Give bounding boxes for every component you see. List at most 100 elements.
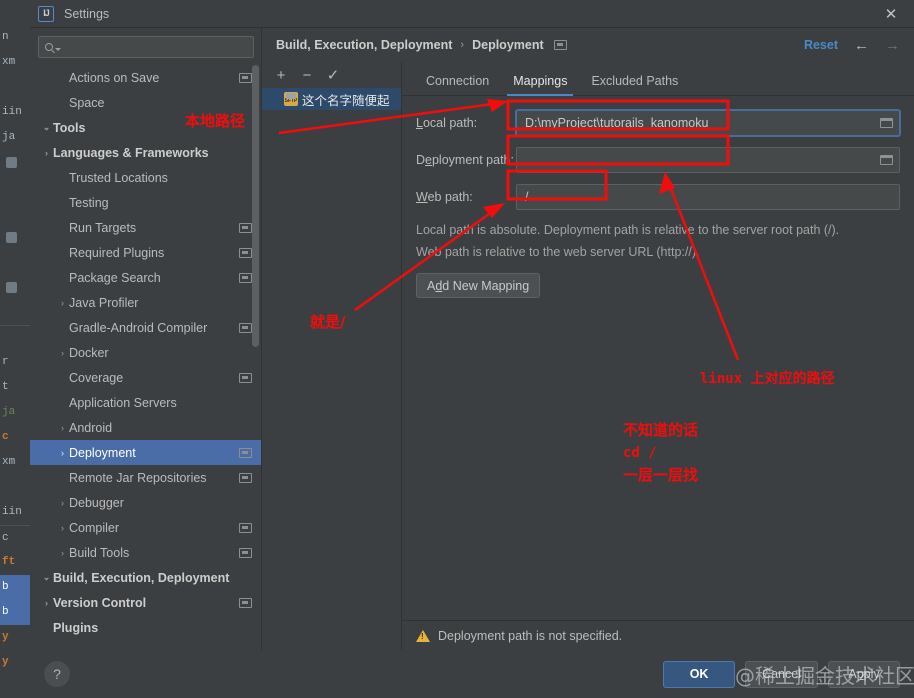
local-path-input-cell [516,110,900,136]
tab-mappings[interactable]: Mappings [501,74,579,96]
sidebar-item-docker[interactable]: › Docker [30,340,262,365]
sidebar-item-build-tools[interactable]: › Build Tools [30,540,262,565]
sidebar-item-debugger[interactable]: › Debugger [30,490,262,515]
breadcrumb: Build, Execution, Deployment › Deploymen… [262,28,914,62]
detail-pane: Build, Execution, Deployment › Deploymen… [262,28,914,650]
deployment-path-row: Deployment path: [416,147,900,173]
settings-dialog: IJ Settings ✕ Actions on Save Space ⌄ Tools… [30,0,914,698]
project-scope-icon [239,522,252,533]
help-button[interactable]: ? [44,661,70,687]
status-message: Deployment path is not specified. [438,628,623,643]
sidebar-item-deployment[interactable]: › Deployment [30,440,262,465]
sidebar-item-label: Tools [53,120,86,135]
chevron-right-icon[interactable]: › [40,148,53,158]
warning-icon [416,629,430,642]
chevron-right-icon[interactable]: › [56,548,69,558]
search-wrapper [30,28,262,62]
local-path-label: Local path: [416,116,478,130]
hint-line-2: Web path is relative to the web server U… [416,245,700,259]
search-icon [45,43,53,51]
sidebar-item-languages-frameworks[interactable]: › Languages & Frameworks [30,140,262,165]
chevron-down-icon[interactable]: ⌄ [40,122,53,133]
deployment-path-input[interactable] [516,147,900,173]
set-default-server-button[interactable]: ✓ [320,64,346,86]
sidebar-item-application-servers[interactable]: Application Servers [30,390,262,415]
chevron-right-icon[interactable]: › [40,598,53,608]
chevron-right-icon[interactable]: › [56,523,69,533]
remove-server-button[interactable]: − [294,64,320,86]
sidebar-item-label: Android [69,420,113,435]
dialog-footer: ? OK Cancel Ap ply [30,650,914,698]
sidebar-item-label: Trusted Locations [69,170,168,185]
sidebar-item-required-plugins[interactable]: Required Plugins [30,240,262,265]
sidebar-item-label: Deployment [69,445,136,460]
web-path-row: Web path: [416,184,900,210]
sidebar-item-label: Remote Jar Repositories [69,470,207,485]
project-scope-icon [239,222,252,233]
breadcrumb-root[interactable]: Build, Execution, Deployment [276,38,452,52]
web-path-input-cell [516,184,900,210]
chevron-right-icon[interactable]: › [56,498,69,508]
back-arrow-icon[interactable]: ← [854,37,869,54]
project-scope-icon [239,247,252,258]
sidebar-item-label: Run Targets [69,220,137,235]
chevron-right-icon[interactable]: › [56,423,69,433]
search-input[interactable] [38,36,254,58]
add-server-button[interactable]: + [268,64,294,86]
sidebar-item-actions-on-save[interactable]: Actions on Save [30,65,262,90]
add-new-mapping-button[interactable]: Add New Mapping [416,273,541,298]
sftp-icon: SFTP [284,92,298,106]
chevron-right-icon[interactable]: › [56,298,69,308]
dialog-body: Actions on Save Space ⌄ Tools › Languages & F… [30,28,914,650]
sidebar-item-space[interactable]: Space [30,90,262,115]
sidebar-item-tools[interactable]: ⌄ Tools [30,115,262,140]
sidebar-item-label: Testing [69,195,109,210]
sidebar-item-trusted-locations[interactable]: Trusted Locations [30,165,262,190]
tree-scrollbar[interactable] [252,65,259,347]
sidebar-item-version-control[interactable]: › Version Control [30,590,262,615]
apply-button[interactable]: Ap ply [828,660,900,688]
chevron-down-icon[interactable]: ⌄ [40,572,53,583]
ok-button[interactable]: OK [663,660,736,688]
cancel-button[interactable]: Cancel [745,660,818,688]
bg-code-line: ft [2,556,16,568]
forward-arrow-icon[interactable]: → [885,37,900,54]
settings-tree-pane: Actions on Save Space ⌄ Tools › Languages & F… [30,28,262,650]
bg-code-line: iin [2,506,22,518]
browse-folder-icon[interactable] [880,155,893,165]
deployment-path-input-cell [516,147,900,173]
intellij-logo-icon: IJ [38,6,54,22]
settings-tree[interactable]: Actions on Save Space ⌄ Tools › Languages & F… [30,62,262,650]
tab-bar: Connection Mappings Excluded Paths [402,62,914,96]
tab-connection[interactable]: Connection [414,74,501,95]
reset-link[interactable]: Reset [804,38,838,52]
project-scope-icon [553,40,567,50]
sidebar-item-android[interactable]: › Android [30,415,262,440]
sidebar-item-label: Debugger [69,495,124,510]
sidebar-item-build-execution-deployment[interactable]: ⌄ Build, Execution, Deployment [30,565,262,590]
project-scope-icon [239,472,252,483]
bg-code-line: iin [2,106,22,118]
sidebar-item-coverage[interactable]: Coverage [30,365,262,390]
tab-excluded-paths[interactable]: Excluded Paths [579,74,690,95]
sidebar-item-java-profiler[interactable]: › Java Profiler [30,290,262,315]
sidebar-item-remote-jar-repositories[interactable]: Remote Jar Repositories [30,465,262,490]
local-path-input[interactable] [516,110,900,136]
chevron-right-icon[interactable]: › [56,348,69,358]
sidebar-item-label: Space [69,95,105,110]
sidebar-item-run-targets[interactable]: Run Targets [30,215,262,240]
close-icon[interactable]: ✕ [868,0,914,28]
hint-line-1: Local path is absolute. Deployment path … [416,223,840,237]
sidebar-item-testing[interactable]: Testing [30,190,262,215]
chevron-right-icon[interactable]: › [56,448,69,458]
server-list-item[interactable]: SFTP 这个名字随便起 [262,88,401,110]
bg-code-line: y [2,631,9,643]
local-path-row: Local path: [416,110,900,136]
sidebar-item-compiler[interactable]: › Compiler [30,515,262,540]
sidebar-item-gradle-android-compiler[interactable]: Gradle-Android Compiler [30,315,262,340]
browse-folder-icon[interactable] [880,118,893,128]
sidebar-item-plugins[interactable]: Plugins [30,615,262,640]
sidebar-item-package-search[interactable]: Package Search [30,265,262,290]
sidebar-item-label: Version Control [53,595,147,610]
web-path-input[interactable] [516,184,900,210]
